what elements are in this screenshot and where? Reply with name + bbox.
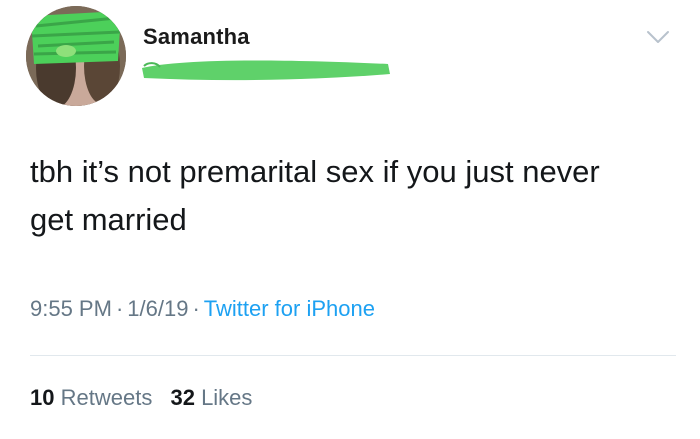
tweet-stats: 10 Retweets 32 Likes	[30, 385, 264, 411]
likes-count: 32	[170, 385, 195, 410]
tweet-text: tbh it’s not premarital sex if you just …	[30, 154, 600, 237]
tweet-date[interactable]: 1/6/19	[127, 296, 188, 321]
retweets-label: Retweets	[60, 385, 153, 410]
display-name[interactable]: Samantha	[143, 24, 250, 50]
retweets-count: 10	[30, 385, 55, 410]
likes-label: Likes	[201, 385, 253, 410]
tweet-source-link[interactable]: Twitter for iPhone	[204, 296, 375, 321]
meta-separator: ·	[115, 296, 124, 321]
tweet-time[interactable]: 9:55 PM	[30, 296, 112, 321]
divider	[30, 355, 676, 356]
meta-separator: ·	[192, 296, 200, 321]
avatar[interactable]	[26, 6, 126, 106]
likes-stat[interactable]: 32 Likes	[170, 385, 252, 410]
retweets-stat[interactable]: 10 Retweets	[30, 385, 152, 410]
tweet-card: Samantha tbh it’s not premarital sex if …	[0, 0, 700, 439]
handle-redaction	[142, 60, 390, 81]
tweet-meta: 9:55 PM · 1/6/19 · Twitter for iPhone	[30, 296, 375, 322]
profile-photo-icon	[26, 6, 126, 106]
chevron-down-icon[interactable]	[645, 28, 671, 46]
